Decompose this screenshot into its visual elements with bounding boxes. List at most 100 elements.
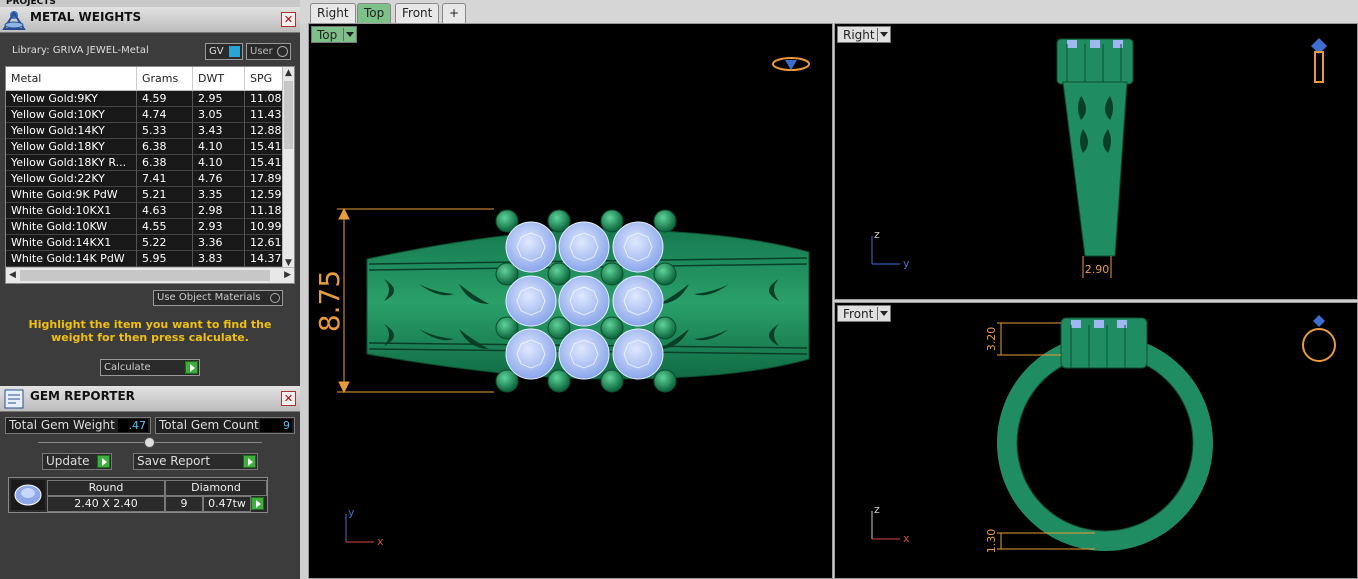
table-row[interactable]: White Gold:9K PdW 5.21 3.35 12.59	[6, 187, 284, 203]
use-object-materials-indicator	[270, 293, 280, 303]
table-row[interactable]: White Gold:14KX1 5.22 3.36 12.61	[6, 235, 284, 251]
dwt-value: 3.35	[192, 187, 244, 203]
front-viewport[interactable]: Front 3.20 1.30 z x	[834, 302, 1358, 579]
close-gem-reporter-button[interactable]: ✕	[281, 391, 296, 406]
table-row[interactable]: White Gold:10KX1 4.63 2.98 11.18	[6, 203, 284, 219]
ring-preview-icon	[772, 57, 810, 71]
dwt-value: 3.43	[192, 123, 244, 139]
axis-y-label: y	[348, 506, 355, 519]
column-header-grams[interactable]: Grams	[136, 67, 192, 91]
prong	[600, 209, 624, 233]
round-diamond	[558, 328, 610, 380]
table-row[interactable]: Yellow Gold:14KY 5.33 3.43 12.88	[6, 123, 284, 139]
use-object-materials-toggle[interactable]: Use Object Materials	[153, 290, 283, 306]
dwt-value: 4.10	[192, 155, 244, 171]
metal-name: Yellow Gold:9KY	[11, 92, 98, 105]
horizontal-scrollbar[interactable]: ◀ ▶	[6, 267, 294, 283]
metal-name: Yellow Gold:14KY	[11, 124, 105, 137]
metal-name: White Gold:14KX1	[11, 236, 112, 249]
metal-name: White Gold:10KW	[11, 220, 108, 233]
calculate-button[interactable]: Calculate	[100, 359, 200, 376]
metal-name: Yellow Gold:22KY	[11, 172, 105, 185]
tab-right[interactable]: Right	[310, 3, 356, 23]
dimension-2-90: 2.90	[1082, 256, 1112, 278]
scroll-up-icon[interactable]: ▲	[285, 68, 292, 78]
round-diamond	[505, 275, 557, 327]
round-diamond	[558, 221, 610, 273]
total-gem-weight-value: .47	[118, 419, 148, 432]
round-diamond	[505, 221, 557, 273]
column-header-metal[interactable]: Metal	[6, 67, 136, 91]
gv-toggle[interactable]: GV	[205, 43, 243, 60]
prong	[600, 316, 624, 340]
gem-shape: Round	[47, 480, 165, 496]
round-diamond	[612, 328, 664, 380]
spg-value: 12.88	[244, 123, 284, 139]
prong	[547, 262, 571, 286]
table-row[interactable]: Yellow Gold:18KY 6.38 4.10 15.41	[6, 139, 284, 155]
left-panel: PROJECTS METAL WEIGHTS ✕ Library: GRIVA …	[0, 0, 300, 579]
spg-value: 15.41	[244, 155, 284, 171]
grams-value: 6.38	[136, 139, 192, 155]
tab-front[interactable]: Front	[395, 3, 440, 23]
axis-indicator: y x	[345, 506, 384, 548]
table-row[interactable]: Yellow Gold:22KY 7.41 4.76 17.89	[6, 171, 284, 187]
scroll-left-icon[interactable]: ◀	[9, 270, 16, 280]
tab-top[interactable]: Top	[357, 3, 392, 23]
grams-value: 5.21	[136, 187, 192, 203]
dwt-value: 4.76	[192, 171, 244, 187]
metal-name: Yellow Gold:18KY	[11, 140, 105, 153]
scroll-right-icon[interactable]: ▶	[284, 270, 291, 280]
play-icon	[185, 361, 198, 374]
column-header-spg[interactable]: SPG	[244, 67, 284, 91]
metal-weights-title: METAL WEIGHTS	[30, 10, 142, 24]
dwt-value: 3.05	[192, 107, 244, 123]
add-tab-button[interactable]: +	[442, 3, 467, 23]
spg-value: 11.08	[244, 91, 284, 107]
table-row[interactable]: White Gold:14K PdW 5.95 3.83 14.37	[6, 251, 284, 267]
gem-type: Diamond	[165, 480, 267, 496]
dwt-value: 4.10	[192, 139, 244, 155]
gem-weight: 0.47tw	[203, 496, 251, 512]
gem-reporter-slider-knob[interactable]	[144, 437, 155, 448]
grams-value: 5.33	[136, 123, 192, 139]
vertical-scrollbar[interactable]: ▲ ▼	[282, 67, 294, 269]
prong	[653, 369, 677, 393]
round-diamond-icon	[11, 480, 45, 510]
dwt-value: 2.93	[192, 219, 244, 235]
view-tabs: Right Top Front +	[300, 0, 1358, 24]
table-row[interactable]: White Gold:10KW 4.55 2.93 10.99	[6, 219, 284, 235]
total-gem-count-label: Total Gem Count	[159, 418, 259, 432]
right-viewport[interactable]: Right 2.90 z y	[834, 23, 1358, 300]
total-gem-weight-field: Total Gem Weight .47	[5, 417, 151, 434]
user-toggle[interactable]: User	[246, 43, 291, 60]
save-report-label: Save Report	[137, 454, 211, 468]
top-view-canvas: 8.75 y x	[313, 57, 810, 548]
horizontal-scroll-thumb[interactable]	[20, 270, 270, 281]
projects-header[interactable]: PROJECTS	[0, 0, 300, 7]
spg-value: 17.89	[244, 171, 284, 187]
axis-x-label: x	[377, 535, 384, 548]
axis-indicator: z y	[871, 228, 910, 270]
table-row[interactable]: Yellow Gold:18KY R... 6.38 4.10 15.41	[6, 155, 284, 171]
prong	[653, 262, 677, 286]
table-row[interactable]: Yellow Gold:10KY 4.74 3.05 11.43	[6, 107, 284, 123]
save-report-button[interactable]: Save Report	[133, 453, 258, 470]
top-viewport[interactable]: Top 8.75 y x	[308, 23, 833, 579]
vertical-scroll-thumb[interactable]	[284, 81, 293, 149]
gem-list-item[interactable]: Round 2.40 X 2.40 Diamond 9 0.47tw	[8, 477, 268, 513]
round-diamond	[558, 275, 610, 327]
grams-value: 5.95	[136, 251, 192, 267]
table-row[interactable]: Yellow Gold:9KY 4.59 2.95 11.08	[6, 91, 284, 107]
update-button[interactable]: Update	[42, 453, 112, 470]
metal-name: Yellow Gold:10KY	[11, 108, 105, 121]
dimension-label-bottom: 1.30	[985, 529, 998, 554]
dimension-label-top: 3.20	[985, 327, 998, 352]
spg-value: 12.59	[244, 187, 284, 203]
metal-name: White Gold:14K PdW	[11, 252, 125, 265]
column-header-dwt[interactable]: DWT	[192, 67, 244, 91]
gv-toggle-indicator	[229, 46, 240, 57]
library-label: Library: GRIVA JEWEL-Metal	[12, 45, 149, 56]
close-metal-weights-button[interactable]: ✕	[281, 12, 296, 27]
gem-detail-play-icon[interactable]	[251, 497, 264, 510]
